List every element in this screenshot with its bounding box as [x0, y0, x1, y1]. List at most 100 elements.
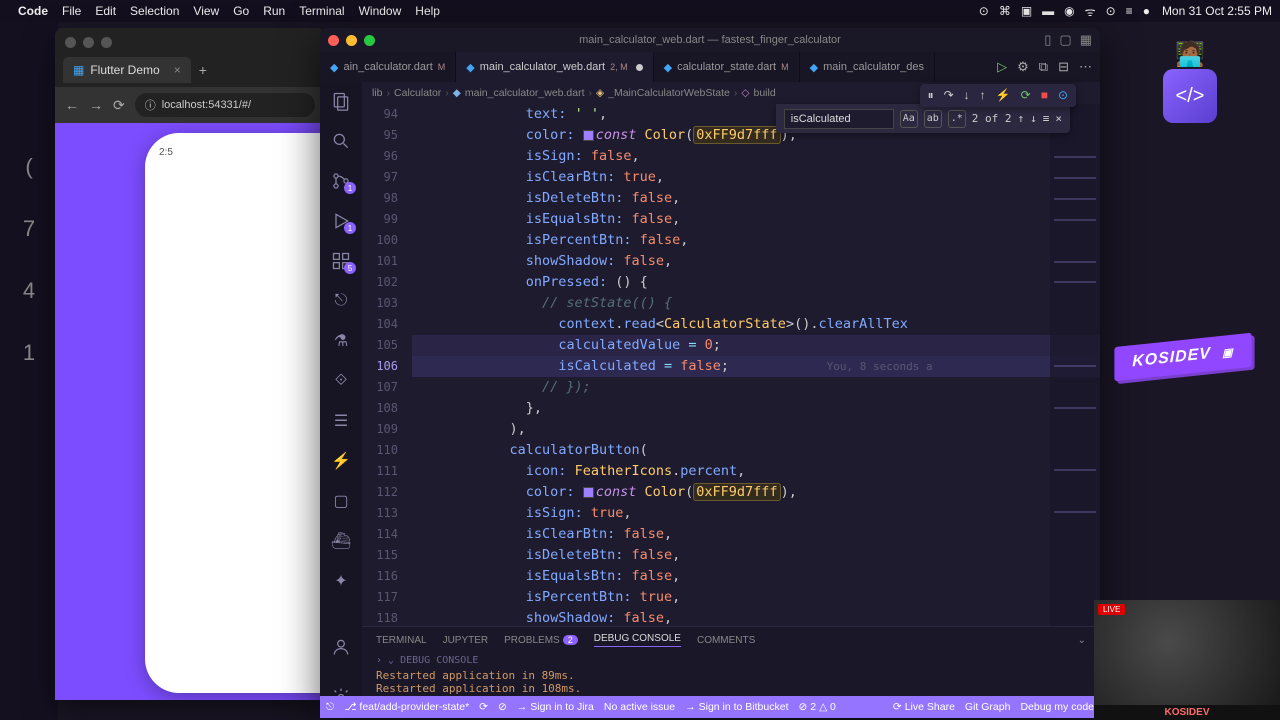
close-tab-icon[interactable]: × — [174, 63, 181, 77]
more-icon[interactable]: ⋯ — [1079, 59, 1092, 75]
menu-terminal[interactable]: Terminal — [299, 4, 344, 18]
menu-run[interactable]: Run — [263, 4, 285, 18]
search-icon[interactable] — [330, 130, 352, 152]
back-button[interactable]: ← — [65, 97, 79, 113]
find-input[interactable] — [784, 109, 894, 129]
find-prev-icon[interactable]: ↑ — [1018, 108, 1025, 129]
debug-devtools-icon[interactable]: ⊙ — [1058, 88, 1068, 103]
find-next-icon[interactable]: ↓ — [1030, 108, 1037, 129]
test-icon[interactable]: ⚗ — [330, 330, 352, 352]
menu-go[interactable]: Go — [233, 4, 249, 18]
panel-collapse-icon[interactable]: ⌄ — [1078, 635, 1086, 646]
menu-view[interactable]: View — [193, 4, 219, 18]
regex-icon[interactable]: .* — [948, 110, 966, 128]
breadcrumb-item[interactable]: main_calculator_web.dart — [465, 87, 585, 99]
tray-wifi-icon[interactable]: ᯤ — [1085, 3, 1096, 20]
code-editor[interactable]: Aa ab .* 2 of 2 ↑ ↓ ≡ × 9495969798991001… — [362, 104, 1100, 626]
editor-tab[interactable]: ◆main_calculator_web.dart2, M — [456, 52, 653, 82]
status-liveshare[interactable]: ⟳ Live Share — [893, 701, 955, 713]
tray-control-center-icon[interactable]: ≡ — [1126, 4, 1133, 18]
breadcrumb-item[interactable]: build — [753, 87, 775, 99]
status-branch[interactable]: ⎇ feat/add-provider-state* — [344, 701, 469, 713]
debug-hot-reload-icon[interactable]: ⚡ — [996, 88, 1011, 103]
find-in-selection-icon[interactable]: ≡ — [1043, 108, 1050, 129]
panel-tab[interactable]: JUPYTER — [443, 635, 489, 646]
tray-icon[interactable]: ⊙ — [979, 4, 989, 18]
debug-icon[interactable]: 1 — [330, 210, 352, 232]
status-jira[interactable]: → Sign in to Jira — [517, 701, 594, 713]
github-icon[interactable]: ✦ — [330, 570, 352, 592]
status-debug[interactable]: Debug my code — [1020, 701, 1094, 713]
debug-config-icon[interactable]: ⚙ — [1017, 59, 1029, 75]
account-icon[interactable] — [330, 636, 352, 658]
debug-continue-icon[interactable]: ⏸ — [928, 88, 934, 103]
menu-window[interactable]: Window — [359, 4, 402, 18]
status-bitbucket[interactable]: → Sign in to Bitbucket — [685, 701, 788, 713]
chrome-tab[interactable]: ▦ Flutter Demo × — [63, 57, 191, 83]
status-gitgraph[interactable]: Git Graph — [965, 701, 1011, 713]
split-icon[interactable]: ⊟ — [1058, 59, 1069, 75]
remote-indicator[interactable]: ⎋ — [326, 701, 334, 714]
debug-step-over-icon[interactable]: ↷ — [944, 88, 954, 103]
compare-icon[interactable]: ⧉ — [1039, 59, 1048, 75]
tray-icon[interactable]: ▣ — [1021, 4, 1032, 18]
run-dropdown-icon[interactable]: ▷ — [997, 59, 1007, 75]
panel-tab[interactable]: TERMINAL — [376, 635, 427, 646]
source-control-icon[interactable]: 1 — [330, 170, 352, 192]
tray-icon[interactable]: ● — [1143, 4, 1150, 18]
status-problems[interactable]: ⊘ 2 △ 0 — [799, 701, 836, 713]
match-case-icon[interactable]: Aa — [900, 110, 918, 128]
debug-step-out-icon[interactable]: ↑ — [980, 88, 986, 103]
panel-tab[interactable]: PROBLEMS2 — [504, 635, 578, 646]
menu-file[interactable]: File — [62, 4, 81, 18]
tray-icon[interactable]: ◉ — [1064, 4, 1074, 18]
minimize-icon[interactable] — [83, 37, 94, 48]
tray-search-icon[interactable]: ⊙ — [1106, 4, 1116, 18]
explorer-icon[interactable] — [330, 90, 352, 112]
menu-edit[interactable]: Edit — [95, 4, 116, 18]
new-tab-button[interactable]: + — [199, 62, 207, 78]
whole-word-icon[interactable]: ab — [924, 110, 942, 128]
extensions-icon[interactable]: 5 — [330, 250, 352, 272]
minimap[interactable] — [1050, 104, 1100, 626]
vscode-status-bar: ⎋ ⎇ feat/add-provider-state* ⟳ ⊘ → Sign … — [320, 696, 1100, 718]
address-bar[interactable]: ⓘ localhost:54331/#/ — [135, 93, 315, 117]
code-content[interactable]: text: ' ', color: const Color(0xFF9d7fff… — [412, 104, 1100, 626]
menu-selection[interactable]: Selection — [130, 4, 179, 18]
panel-tab[interactable]: DEBUG CONSOLE — [594, 633, 681, 647]
editor-tabs: ◆ain_calculator.dartM◆main_calculator_we… — [320, 52, 1100, 82]
maximize-icon[interactable] — [101, 37, 112, 48]
panel-tab[interactable]: COMMENTS — [697, 635, 755, 646]
editor-tab[interactable]: ◆calculator_state.dartM — [654, 52, 800, 82]
tray-battery-icon[interactable]: ▬ — [1042, 4, 1054, 18]
breadcrumb-item[interactable]: Calculator — [394, 87, 441, 99]
forward-button[interactable]: → — [89, 97, 103, 113]
menu-help[interactable]: Help — [415, 4, 440, 18]
close-icon[interactable] — [65, 37, 76, 48]
vscode-titlebar: main_calculator_web.dart — fastest_finge… — [320, 28, 1100, 52]
reload-button[interactable]: ⟳ — [113, 97, 125, 114]
outline-icon[interactable]: ⚡ — [330, 450, 352, 472]
debug-restart-icon[interactable]: ⟳ — [1021, 88, 1031, 103]
docker-icon[interactable]: ⛴ — [330, 530, 352, 552]
flutter-icon[interactable]: ⟐ — [330, 370, 352, 392]
url-text: localhost:54331/#/ — [162, 99, 251, 111]
menubar-clock[interactable]: Mon 31 Oct 2:55 PM — [1162, 4, 1272, 18]
status-issue[interactable]: No active issue — [604, 701, 675, 713]
breadcrumb-item[interactable]: _MainCalculatorWebState — [608, 87, 730, 99]
remote-icon[interactable]: ⎋ — [330, 290, 352, 312]
editor-tab[interactable]: ◆main_calculator_des — [800, 52, 935, 82]
live-badge: LIVE — [1098, 604, 1125, 615]
debug-stop-icon[interactable]: ■ — [1041, 88, 1048, 103]
find-close-icon[interactable]: × — [1055, 108, 1062, 129]
debug-step-into-icon[interactable]: ↓ — [964, 88, 970, 103]
menubar-app-name[interactable]: Code — [18, 4, 48, 18]
status-sync[interactable]: ⟳ — [479, 701, 488, 713]
todo-icon[interactable]: ▢ — [330, 490, 352, 512]
breadcrumb-item[interactable]: lib — [372, 87, 383, 99]
bookmark-icon[interactable]: ☰ — [330, 410, 352, 432]
tray-icon[interactable]: ⌘ — [999, 4, 1011, 18]
status-item[interactable]: ⊘ — [498, 701, 507, 713]
editor-tab[interactable]: ◆ain_calculator.dartM — [320, 52, 456, 82]
macos-menubar: Code File Edit Selection View Go Run Ter… — [0, 0, 1280, 22]
